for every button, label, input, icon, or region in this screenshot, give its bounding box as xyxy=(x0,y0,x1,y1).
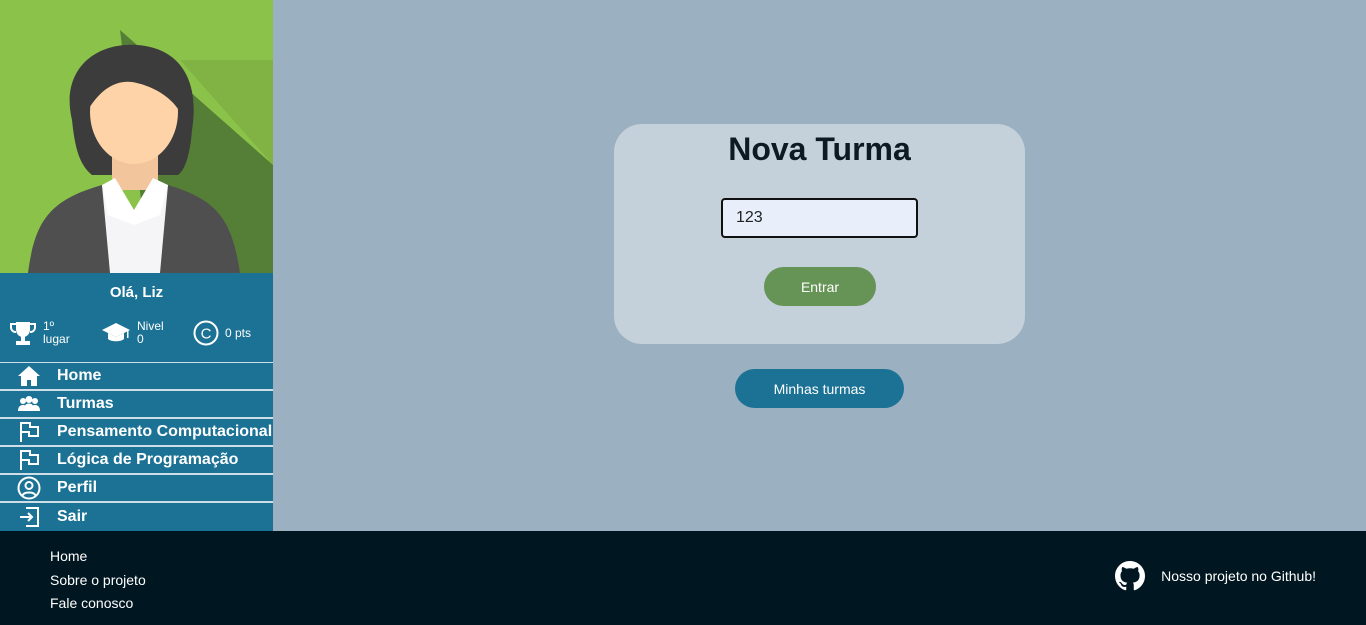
sidebar-item-perfil[interactable]: Perfil xyxy=(0,475,273,503)
graduation-cap-icon xyxy=(102,323,130,342)
sidebar-item-sair[interactable]: Sair xyxy=(0,503,273,531)
footer: Home Sobre o projeto Fale conosco Nosso … xyxy=(0,531,1366,625)
rank-label: lugar xyxy=(43,332,70,346)
sidebar-item-label: Lógica de Programação xyxy=(57,451,239,468)
enter-button[interactable]: Entrar xyxy=(764,267,876,306)
footer-link-contact[interactable]: Fale conosco xyxy=(50,592,146,616)
sidebar: Olá, Liz 1º lugar Nivel 0 C 0 pts Home T… xyxy=(0,0,273,531)
sidebar-item-logica-de-programacao[interactable]: Lógica de Programação xyxy=(0,447,273,475)
points-stat: C 0 pts xyxy=(193,320,273,346)
trophy-icon xyxy=(10,322,36,345)
sidebar-item-label: Sair xyxy=(57,508,88,525)
new-class-card: Nova Turma Entrar xyxy=(614,124,1025,344)
footer-link-home[interactable]: Home xyxy=(50,545,146,569)
home-icon xyxy=(16,364,42,388)
flag-icon xyxy=(16,448,42,472)
footer-links: Home Sobre o projeto Fale conosco xyxy=(50,545,146,616)
logout-icon xyxy=(16,505,42,529)
user-avatar xyxy=(0,0,273,273)
sidebar-item-label: Perfil xyxy=(57,479,98,496)
points-value: 0 pts xyxy=(225,325,252,340)
level-stat: Nivel 0 xyxy=(101,320,193,346)
sidebar-menu: Home Turmas Pensamento Computacional Lóg… xyxy=(0,362,273,531)
my-classes-button[interactable]: Minhas turmas xyxy=(735,369,904,408)
level-value: 0 xyxy=(137,332,144,346)
sidebar-item-home[interactable]: Home xyxy=(0,363,273,391)
class-code-input[interactable] xyxy=(721,198,918,238)
greeting: Olá, Liz xyxy=(109,284,164,301)
user-circle-icon xyxy=(16,476,42,500)
github-label: Nosso projeto no Github! xyxy=(1161,568,1316,584)
sidebar-item-label: Pensamento Computacional xyxy=(57,423,273,440)
sidebar-item-pensamento-computacional[interactable]: Pensamento Computacional xyxy=(0,419,273,447)
sidebar-item-turmas[interactable]: Turmas xyxy=(0,391,273,419)
github-link[interactable]: Nosso projeto no Github! xyxy=(1115,561,1316,591)
svg-text:C: C xyxy=(201,326,212,343)
github-icon xyxy=(1115,561,1146,591)
sidebar-item-label: Turmas xyxy=(57,395,114,412)
footer-link-about[interactable]: Sobre o projeto xyxy=(50,569,146,593)
user-stats: 1º lugar Nivel 0 C 0 pts xyxy=(0,304,273,362)
users-icon xyxy=(16,392,42,416)
rank-stat: 1º lugar xyxy=(9,320,101,346)
coin-icon: C xyxy=(193,320,219,346)
flag-icon xyxy=(16,420,42,444)
page-title: Nova Turma xyxy=(728,131,911,167)
sidebar-item-label: Home xyxy=(57,367,102,384)
